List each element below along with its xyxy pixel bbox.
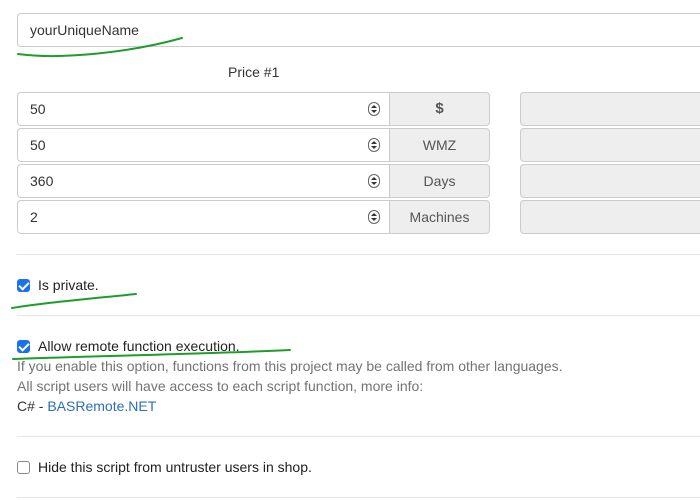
price-wmz-unit: WMZ xyxy=(389,128,490,162)
price-machines-unit: Machines xyxy=(389,200,490,234)
annotation-underline-private xyxy=(11,293,137,309)
price-machines-input[interactable]: 2 xyxy=(17,200,390,234)
price-days-input[interactable]: 360 xyxy=(17,164,390,198)
price-row-machines: 2 Machines xyxy=(17,200,490,234)
stepper-icon[interactable] xyxy=(368,210,380,224)
price-days-value: 360 xyxy=(30,173,54,189)
hide-script-option[interactable]: Hide this script from untruster users in… xyxy=(17,457,312,477)
price-side-box-1 xyxy=(520,92,700,126)
divider xyxy=(17,315,700,316)
hide-script-checkbox[interactable] xyxy=(17,460,30,474)
price-amount-input[interactable]: 50 xyxy=(17,92,390,126)
stepper-icon[interactable] xyxy=(368,102,380,116)
script-settings-page: Price #1 50 $ 50 WMZ 360 Days 2 Machines xyxy=(0,0,700,500)
stepper-icon[interactable] xyxy=(368,174,380,188)
price-wmz-input[interactable]: 50 xyxy=(17,128,390,162)
price-amount-unit: $ xyxy=(389,92,490,126)
price-row-amount: 50 $ xyxy=(17,92,490,126)
price-side-box-4 xyxy=(520,200,700,234)
basremote-net-link[interactable]: BASRemote.NET xyxy=(47,398,156,414)
price-days-unit: Days xyxy=(389,164,490,198)
annotation-underline-name xyxy=(17,37,183,58)
price-amount-value: 50 xyxy=(30,101,46,117)
remote-exec-info: C# - BASRemote.NET xyxy=(17,396,156,416)
price-side-box-3 xyxy=(520,164,700,198)
remote-exec-help-1: If you enable this option, functions fro… xyxy=(17,358,563,374)
price-row-wmz: 50 WMZ xyxy=(17,128,490,162)
price-side-box-2 xyxy=(520,128,700,162)
divider xyxy=(17,497,700,498)
divider xyxy=(17,436,700,437)
lang-prefix: C# - xyxy=(17,398,48,414)
divider xyxy=(17,254,700,255)
remote-exec-help-2: All script users will have access to eac… xyxy=(17,378,424,394)
hide-script-label: Hide this script from untruster users in… xyxy=(38,459,312,475)
price-title: Price #1 xyxy=(228,64,280,80)
price-wmz-value: 50 xyxy=(30,137,46,153)
price-machines-value: 2 xyxy=(30,209,38,225)
stepper-icon[interactable] xyxy=(368,138,380,152)
price-row-days: 360 Days xyxy=(17,164,490,198)
